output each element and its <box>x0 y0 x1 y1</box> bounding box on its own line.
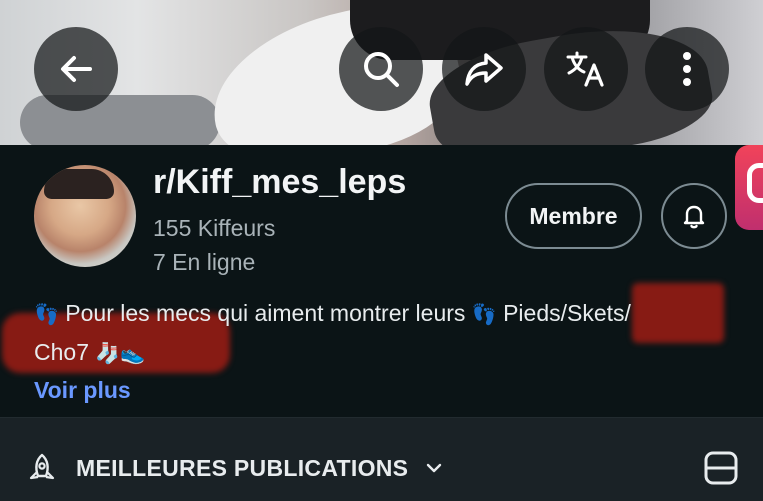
description-text: Skets/ <box>567 300 631 326</box>
community-description: 👣 Pour les mecs qui aiment montrer leurs… <box>34 295 724 373</box>
online-count: 7 En ligne <box>153 249 256 275</box>
more-options-button[interactable] <box>645 27 729 111</box>
sort-label: MEILLEURES PUBLICATIONS <box>76 454 409 481</box>
community-avatar[interactable] <box>34 165 136 267</box>
translate-icon <box>566 51 604 87</box>
socks-emoji: 🧦 <box>95 343 121 365</box>
back-button[interactable] <box>34 27 118 111</box>
footprints-emoji: 👣 <box>34 304 59 326</box>
see-more-link[interactable]: Voir plus <box>34 377 131 404</box>
card-view-icon <box>704 451 738 485</box>
back-arrow-icon <box>61 56 92 82</box>
feed-sort-bar: MEILLEURES PUBLICATIONS <box>0 417 763 501</box>
community-header: r/Kiff_mes_leps 155 Kiffeurs 7 En ligne … <box>0 145 735 415</box>
share-button[interactable] <box>442 27 526 111</box>
shoe-emoji: 👟 <box>120 343 146 365</box>
notifications-button[interactable] <box>661 183 727 249</box>
footprints-emoji: 👣 <box>471 304 497 326</box>
community-name: r/Kiff_mes_leps <box>153 163 407 201</box>
rocket-icon <box>29 453 55 480</box>
search-button[interactable] <box>339 27 423 111</box>
description-text: Cho7 <box>34 339 89 365</box>
description-text: Pieds/ <box>503 300 568 326</box>
bell-icon <box>683 205 705 229</box>
side-app-badge <box>735 145 763 230</box>
more-vertical-icon <box>683 52 691 86</box>
membership-button[interactable]: Membre <box>505 183 642 249</box>
search-icon <box>364 52 399 87</box>
view-toggle-button[interactable] <box>703 450 739 491</box>
share-icon <box>465 53 503 86</box>
chevron-down-icon <box>427 463 442 473</box>
description-text: Pour les mecs qui aiment montrer leurs <box>65 300 466 326</box>
member-count: 155 Kiffeurs <box>153 215 276 241</box>
sort-dropdown[interactable]: MEILLEURES PUBLICATIONS <box>26 452 444 484</box>
translate-button[interactable] <box>544 27 628 111</box>
